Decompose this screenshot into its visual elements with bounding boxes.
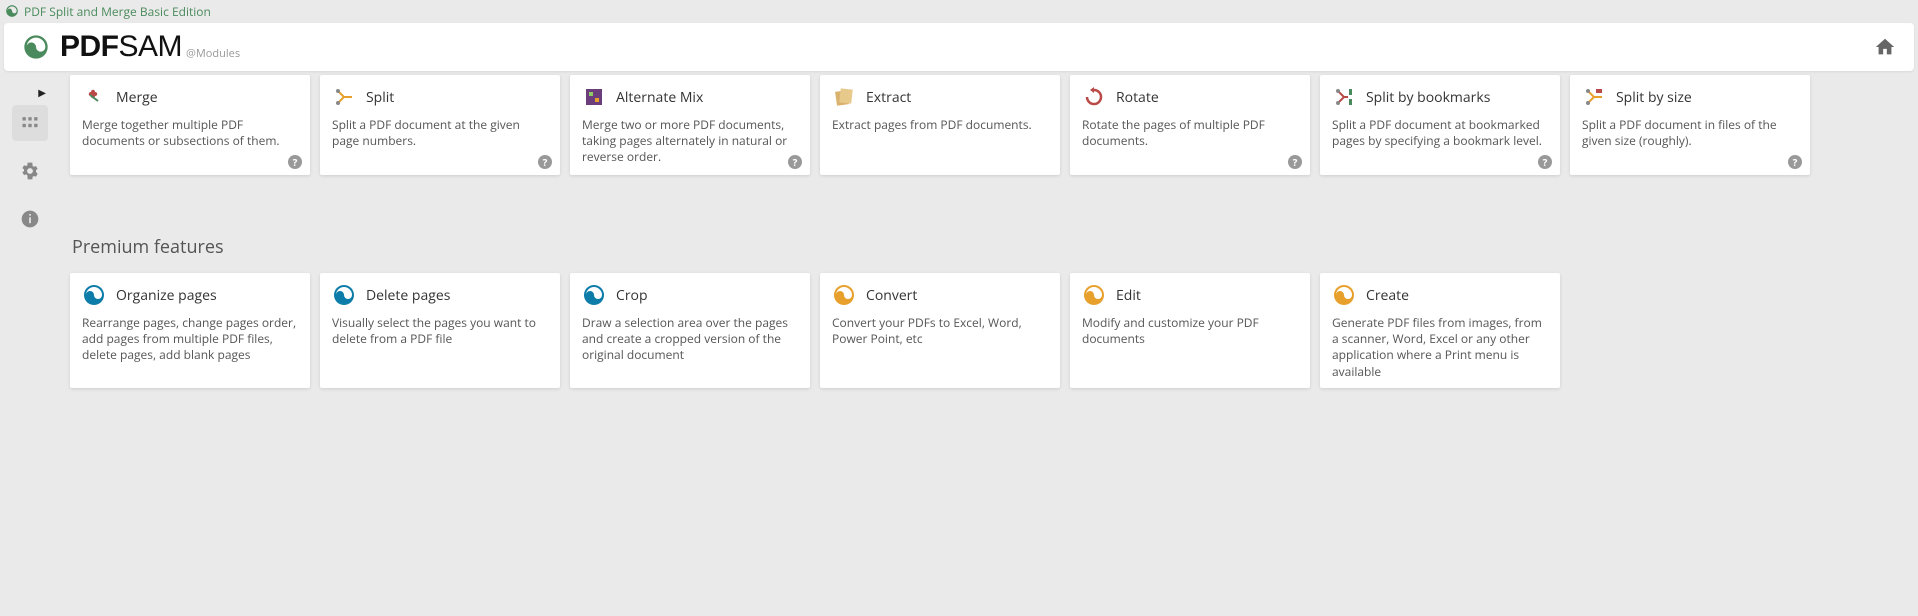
- splitbm-icon: [1332, 85, 1356, 109]
- module-card-split[interactable]: Split Split a PDF document at the given p…: [320, 75, 560, 175]
- module-desc: Split a PDF document at the given page n…: [332, 117, 548, 149]
- header: PDFSAM @Modules: [4, 23, 1914, 71]
- premium-card-crop[interactable]: Crop Draw a selection area over the pages…: [570, 273, 810, 388]
- module-desc: Merge together multiple PDF documents or…: [82, 117, 298, 149]
- premium-desc: Draw a selection area over the pages and…: [582, 315, 798, 364]
- premium-heading: Premium features: [72, 235, 1908, 259]
- module-title: Rotate: [1116, 88, 1159, 107]
- module-title: Merge: [116, 88, 158, 107]
- help-icon[interactable]: ?: [1538, 155, 1552, 169]
- merge-icon: [82, 85, 106, 109]
- premium-title: Edit: [1116, 286, 1141, 305]
- module-card-extract[interactable]: Extract Extract pages from PDF documents.: [820, 75, 1060, 175]
- module-card-altmix[interactable]: Alternate Mix Merge two or more PDF docum…: [570, 75, 810, 175]
- premium-desc: Modify and customize your PDF documents: [1082, 315, 1298, 347]
- premium-card-organize[interactable]: Organize pages Rearrange pages, change pa…: [70, 273, 310, 388]
- brand-text: PDFSAM: [60, 30, 182, 64]
- sidebar-item-info[interactable]: [12, 201, 48, 237]
- sidebar: ▶: [0, 75, 60, 616]
- premium-card-create[interactable]: Create Generate PDF files from images, fr…: [1320, 273, 1560, 388]
- premium-title: Convert: [866, 286, 917, 305]
- help-icon[interactable]: ?: [1288, 155, 1302, 169]
- sidebar-item-settings[interactable]: [12, 153, 48, 189]
- organize-swirl-icon: [82, 283, 106, 307]
- modules-grid: Merge Merge together multiple PDF documen…: [60, 75, 1908, 175]
- module-title: Split: [366, 88, 394, 107]
- premium-card-convert[interactable]: Convert Convert your PDFs to Excel, Word,…: [820, 273, 1060, 388]
- premium-title: Delete pages: [366, 286, 450, 305]
- help-icon[interactable]: ?: [288, 155, 302, 169]
- sidebar-expand-icon[interactable]: ▶: [38, 85, 46, 99]
- grid-icon: [20, 113, 40, 133]
- premium-card-delete[interactable]: Delete pages Visually select the pages yo…: [320, 273, 560, 388]
- module-title: Split by size: [1616, 88, 1692, 107]
- module-title: Extract: [866, 88, 911, 107]
- window-title: PDF Split and Merge Basic Edition: [24, 3, 211, 20]
- module-card-splitsize[interactable]: Split by size Split a PDF document in fil…: [1570, 75, 1810, 175]
- module-card-merge[interactable]: Merge Merge together multiple PDF documen…: [70, 75, 310, 175]
- create-swirl-icon: [1332, 283, 1356, 307]
- premium-card-edit[interactable]: Edit Modify and customize your PDF docume…: [1070, 273, 1310, 388]
- premium-title: Organize pages: [116, 286, 217, 305]
- info-icon: [20, 209, 40, 229]
- premium-desc: Convert your PDFs to Excel, Word, Power …: [832, 315, 1048, 347]
- module-desc: Rotate the pages of multiple PDF documen…: [1082, 117, 1298, 149]
- help-icon[interactable]: ?: [788, 155, 802, 169]
- sidebar-item-modules[interactable]: [12, 105, 48, 141]
- breadcrumb: @Modules: [186, 46, 240, 61]
- brand-logo-icon: [22, 33, 50, 61]
- app-icon: [5, 4, 19, 18]
- premium-title: Crop: [616, 286, 648, 305]
- premium-desc: Rearrange pages, change pages order, add…: [82, 315, 298, 364]
- premium-grid: Organize pages Rearrange pages, change pa…: [60, 273, 1908, 388]
- delete-swirl-icon: [332, 283, 356, 307]
- home-icon[interactable]: [1874, 36, 1896, 58]
- help-icon[interactable]: ?: [1788, 155, 1802, 169]
- help-icon[interactable]: ?: [538, 155, 552, 169]
- module-card-splitbm[interactable]: Split by bookmarks Split a PDF document a…: [1320, 75, 1560, 175]
- module-title: Alternate Mix: [616, 88, 703, 107]
- extract-icon: [832, 85, 856, 109]
- convert-swirl-icon: [832, 283, 856, 307]
- altmix-icon: [582, 85, 606, 109]
- premium-desc: Visually select the pages you want to de…: [332, 315, 548, 347]
- module-desc: Merge two or more PDF documents, taking …: [582, 117, 798, 166]
- gear-icon: [20, 161, 40, 181]
- module-card-rotate[interactable]: Rotate Rotate the pages of multiple PDF d…: [1070, 75, 1310, 175]
- splitsize-icon: [1582, 85, 1606, 109]
- crop-swirl-icon: [582, 283, 606, 307]
- module-desc: Split a PDF document in files of the giv…: [1582, 117, 1798, 149]
- edit-swirl-icon: [1082, 283, 1106, 307]
- premium-desc: Generate PDF files from images, from a s…: [1332, 315, 1548, 380]
- module-desc: Split a PDF document at bookmarked pages…: [1332, 117, 1548, 149]
- title-bar: PDF Split and Merge Basic Edition: [0, 0, 1918, 22]
- premium-title: Create: [1366, 286, 1409, 305]
- rotate-icon: [1082, 85, 1106, 109]
- content-area: Merge Merge together multiple PDF documen…: [60, 75, 1918, 616]
- module-desc: Extract pages from PDF documents.: [832, 117, 1048, 133]
- split-icon: [332, 85, 356, 109]
- module-title: Split by bookmarks: [1366, 88, 1490, 107]
